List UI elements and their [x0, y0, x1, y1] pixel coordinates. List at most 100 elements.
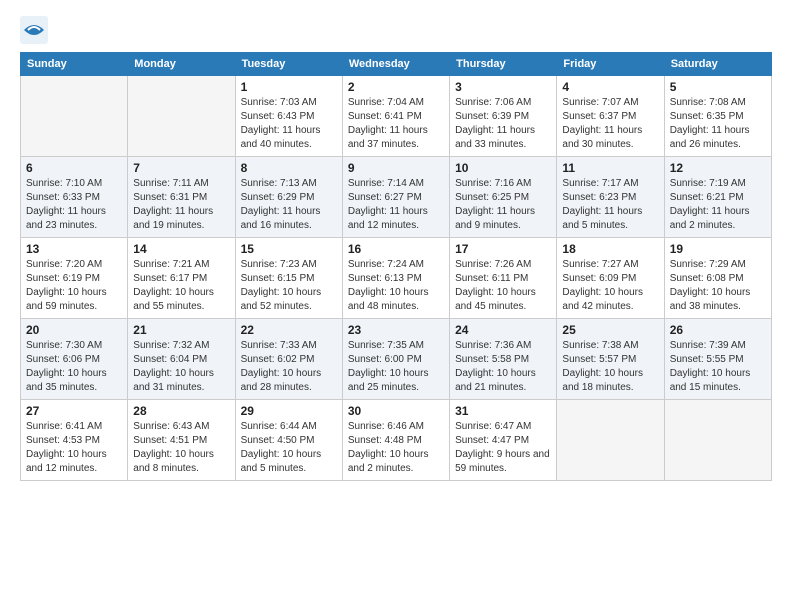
calendar-body: 1 Sunrise: 7:03 AMSunset: 6:43 PMDaylight… — [21, 76, 772, 481]
day-number: 6 — [26, 161, 122, 175]
day-header-thursday: Thursday — [450, 53, 557, 76]
calendar: SundayMondayTuesdayWednesdayThursdayFrid… — [20, 52, 772, 481]
day-info: Sunrise: 7:04 AMSunset: 6:41 PMDaylight:… — [348, 96, 444, 152]
day-info: Sunrise: 6:43 AMSunset: 4:51 PMDaylight:… — [133, 420, 229, 476]
day-info: Sunrise: 7:29 AMSunset: 6:08 PMDaylight:… — [670, 258, 766, 314]
day-number: 11 — [562, 161, 658, 175]
calendar-cell: 12 Sunrise: 7:19 AMSunset: 6:21 PMDayligh… — [664, 157, 771, 238]
day-header-monday: Monday — [128, 53, 235, 76]
calendar-cell: 23 Sunrise: 7:35 AMSunset: 6:00 PMDayligh… — [342, 319, 449, 400]
calendar-cell: 20 Sunrise: 7:30 AMSunset: 6:06 PMDayligh… — [21, 319, 128, 400]
day-info: Sunrise: 7:03 AMSunset: 6:43 PMDaylight:… — [241, 96, 337, 152]
calendar-cell: 26Sunrise: 7:39 AMSunset: 5:55 PMDayligh… — [664, 319, 771, 400]
day-number: 12 — [670, 161, 766, 175]
calendar-cell: 14 Sunrise: 7:21 AMSunset: 6:17 PMDayligh… — [128, 238, 235, 319]
day-info: Sunrise: 7:38 AMSunset: 5:57 PMDaylight:… — [562, 339, 658, 395]
day-info: Sunrise: 6:46 AMSunset: 4:48 PMDaylight:… — [348, 420, 444, 476]
calendar-cell: 11 Sunrise: 7:17 AMSunset: 6:23 PMDayligh… — [557, 157, 664, 238]
calendar-cell: 15Sunrise: 7:23 AMSunset: 6:15 PMDayligh… — [235, 238, 342, 319]
day-number: 14 — [133, 242, 229, 256]
calendar-header: SundayMondayTuesdayWednesdayThursdayFrid… — [21, 53, 772, 76]
day-info: Sunrise: 7:33 AMSunset: 6:02 PMDaylight:… — [241, 339, 337, 395]
day-number: 22 — [241, 323, 337, 337]
calendar-cell: 5 Sunrise: 7:08 AMSunset: 6:35 PMDaylight… — [664, 76, 771, 157]
day-number: 7 — [133, 161, 229, 175]
day-info: Sunrise: 7:08 AMSunset: 6:35 PMDaylight:… — [670, 96, 766, 152]
calendar-cell: 24Sunrise: 7:36 AMSunset: 5:58 PMDayligh… — [450, 319, 557, 400]
day-number: 25 — [562, 323, 658, 337]
day-info: Sunrise: 7:13 AMSunset: 6:29 PMDaylight:… — [241, 177, 337, 233]
header-row: SundayMondayTuesdayWednesdayThursdayFrid… — [21, 53, 772, 76]
day-number: 31 — [455, 404, 551, 418]
week-row-2: 6 Sunrise: 7:10 AMSunset: 6:33 PMDaylight… — [21, 157, 772, 238]
calendar-cell: 9 Sunrise: 7:14 AMSunset: 6:27 PMDaylight… — [342, 157, 449, 238]
day-number: 20 — [26, 323, 122, 337]
calendar-cell: 28Sunrise: 6:43 AMSunset: 4:51 PMDayligh… — [128, 400, 235, 481]
logo-icon — [20, 16, 48, 44]
day-info: Sunrise: 7:26 AMSunset: 6:11 PMDaylight:… — [455, 258, 551, 314]
day-header-wednesday: Wednesday — [342, 53, 449, 76]
day-info: Sunrise: 7:24 AMSunset: 6:13 PMDaylight:… — [348, 258, 444, 314]
day-number: 17 — [455, 242, 551, 256]
day-number: 10 — [455, 161, 551, 175]
day-number: 29 — [241, 404, 337, 418]
day-number: 8 — [241, 161, 337, 175]
logo — [20, 16, 52, 44]
day-number: 5 — [670, 80, 766, 94]
day-info: Sunrise: 7:07 AMSunset: 6:37 PMDaylight:… — [562, 96, 658, 152]
day-info: Sunrise: 7:39 AMSunset: 5:55 PMDaylight:… — [670, 339, 766, 395]
day-info: Sunrise: 6:47 AMSunset: 4:47 PMDaylight:… — [455, 420, 551, 476]
calendar-cell — [664, 400, 771, 481]
day-info: Sunrise: 7:32 AMSunset: 6:04 PMDaylight:… — [133, 339, 229, 395]
day-header-tuesday: Tuesday — [235, 53, 342, 76]
calendar-cell: 16Sunrise: 7:24 AMSunset: 6:13 PMDayligh… — [342, 238, 449, 319]
day-number: 24 — [455, 323, 551, 337]
day-info: Sunrise: 7:11 AMSunset: 6:31 PMDaylight:… — [133, 177, 229, 233]
day-number: 21 — [133, 323, 229, 337]
week-row-1: 1 Sunrise: 7:03 AMSunset: 6:43 PMDaylight… — [21, 76, 772, 157]
calendar-cell: 2 Sunrise: 7:04 AMSunset: 6:41 PMDaylight… — [342, 76, 449, 157]
calendar-cell: 30 Sunrise: 6:46 AMSunset: 4:48 PMDayligh… — [342, 400, 449, 481]
day-info: Sunrise: 7:35 AMSunset: 6:00 PMDaylight:… — [348, 339, 444, 395]
header — [20, 16, 772, 44]
day-number: 15 — [241, 242, 337, 256]
calendar-cell: 17 Sunrise: 7:26 AMSunset: 6:11 PMDayligh… — [450, 238, 557, 319]
day-number: 18 — [562, 242, 658, 256]
calendar-cell: 27 Sunrise: 6:41 AMSunset: 4:53 PMDayligh… — [21, 400, 128, 481]
day-number: 3 — [455, 80, 551, 94]
day-number: 9 — [348, 161, 444, 175]
day-number: 2 — [348, 80, 444, 94]
calendar-cell: 8 Sunrise: 7:13 AMSunset: 6:29 PMDaylight… — [235, 157, 342, 238]
day-number: 1 — [241, 80, 337, 94]
day-number: 27 — [26, 404, 122, 418]
page: SundayMondayTuesdayWednesdayThursdayFrid… — [0, 0, 792, 491]
calendar-cell: 31 Sunrise: 6:47 AMSunset: 4:47 PMDayligh… — [450, 400, 557, 481]
day-info: Sunrise: 7:30 AMSunset: 6:06 PMDaylight:… — [26, 339, 122, 395]
calendar-cell: 19 Sunrise: 7:29 AMSunset: 6:08 PMDayligh… — [664, 238, 771, 319]
calendar-cell: 1 Sunrise: 7:03 AMSunset: 6:43 PMDaylight… — [235, 76, 342, 157]
day-info: Sunrise: 7:19 AMSunset: 6:21 PMDaylight:… — [670, 177, 766, 233]
day-info: Sunrise: 7:10 AMSunset: 6:33 PMDaylight:… — [26, 177, 122, 233]
calendar-cell: 25 Sunrise: 7:38 AMSunset: 5:57 PMDayligh… — [557, 319, 664, 400]
day-number: 19 — [670, 242, 766, 256]
week-row-3: 13 Sunrise: 7:20 AMSunset: 6:19 PMDayligh… — [21, 238, 772, 319]
day-info: Sunrise: 7:27 AMSunset: 6:09 PMDaylight:… — [562, 258, 658, 314]
day-number: 13 — [26, 242, 122, 256]
day-number: 30 — [348, 404, 444, 418]
week-row-5: 27 Sunrise: 6:41 AMSunset: 4:53 PMDayligh… — [21, 400, 772, 481]
calendar-cell: 10 Sunrise: 7:16 AMSunset: 6:25 PMDayligh… — [450, 157, 557, 238]
calendar-cell — [557, 400, 664, 481]
day-info: Sunrise: 6:41 AMSunset: 4:53 PMDaylight:… — [26, 420, 122, 476]
day-info: Sunrise: 7:17 AMSunset: 6:23 PMDaylight:… — [562, 177, 658, 233]
day-info: Sunrise: 7:14 AMSunset: 6:27 PMDaylight:… — [348, 177, 444, 233]
calendar-cell: 18 Sunrise: 7:27 AMSunset: 6:09 PMDayligh… — [557, 238, 664, 319]
day-info: Sunrise: 7:21 AMSunset: 6:17 PMDaylight:… — [133, 258, 229, 314]
day-info: Sunrise: 7:20 AMSunset: 6:19 PMDaylight:… — [26, 258, 122, 314]
day-number: 23 — [348, 323, 444, 337]
day-number: 4 — [562, 80, 658, 94]
day-info: Sunrise: 7:16 AMSunset: 6:25 PMDaylight:… — [455, 177, 551, 233]
calendar-cell — [128, 76, 235, 157]
day-header-sunday: Sunday — [21, 53, 128, 76]
calendar-cell — [21, 76, 128, 157]
day-info: Sunrise: 7:06 AMSunset: 6:39 PMDaylight:… — [455, 96, 551, 152]
